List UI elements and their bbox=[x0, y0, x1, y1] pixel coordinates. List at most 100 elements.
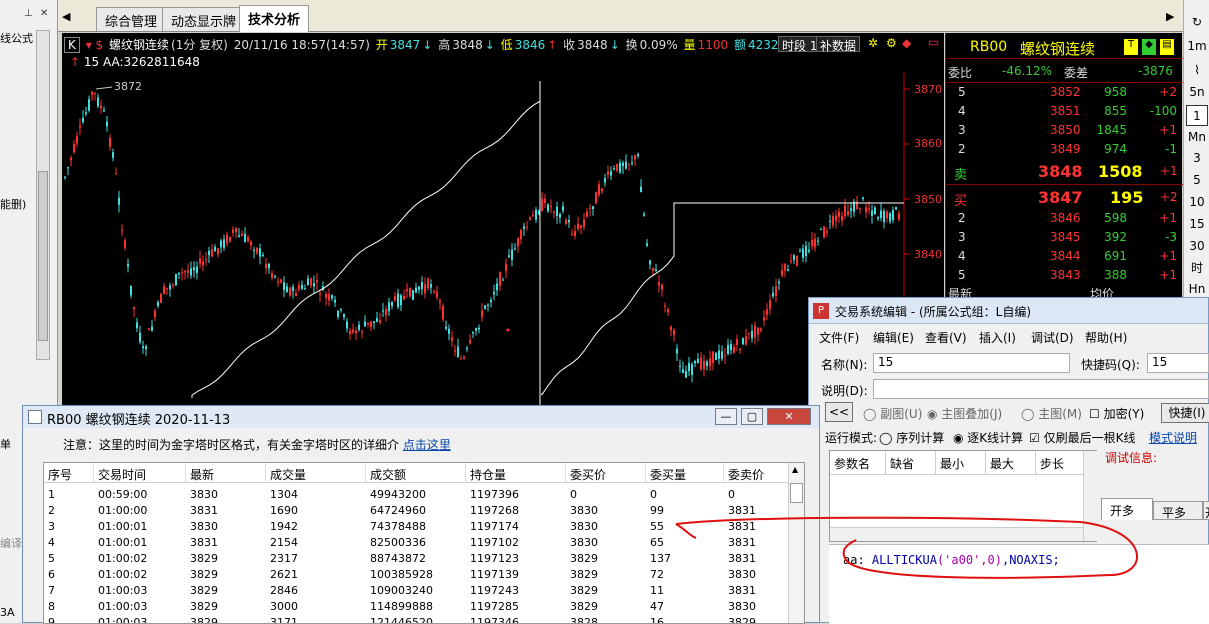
left-scrollbar[interactable] bbox=[36, 30, 50, 360]
tick-header[interactable]: 交易时间 bbox=[94, 463, 186, 483]
rt-1[interactable]: 1 bbox=[1186, 105, 1208, 126]
menu-insert[interactable]: 插入(I) bbox=[979, 329, 1016, 346]
menu-help[interactable]: 帮助(H) bbox=[1085, 329, 1127, 346]
tab-dynamic-board[interactable]: 动态显示牌 bbox=[162, 7, 246, 31]
candle-body bbox=[565, 219, 567, 225]
tick-cell: 3829 bbox=[190, 584, 218, 597]
side-tab-open[interactable]: 开 bbox=[1203, 501, 1209, 520]
k-button[interactable]: K bbox=[64, 37, 80, 53]
candle-body bbox=[763, 317, 765, 321]
y-tick-3870: 3870 bbox=[914, 83, 942, 96]
menu-view[interactable]: 查看(V) bbox=[925, 329, 967, 346]
tick-cell: 49943200 bbox=[370, 488, 426, 501]
rt-1m[interactable]: 1m bbox=[1186, 36, 1208, 57]
desc-input[interactable] bbox=[873, 379, 1209, 399]
menu-debug[interactable]: 调试(D) bbox=[1031, 329, 1074, 346]
candle-body bbox=[604, 178, 606, 183]
tab-scroll-right-icon[interactable]: ▶ bbox=[1166, 10, 1174, 23]
rt-15[interactable]: 15 bbox=[1186, 214, 1208, 235]
chart-icon[interactable]: ⌇ bbox=[1186, 60, 1208, 81]
left-label-single: 单 bbox=[0, 438, 11, 451]
minimize-button[interactable]: — bbox=[715, 408, 737, 425]
t-icon[interactable]: T bbox=[1124, 39, 1138, 55]
encrypt-checkbox[interactable]: ☐ 加密(Y) bbox=[1089, 405, 1144, 422]
supplement-data-button[interactable]: 补数据 bbox=[816, 36, 861, 53]
tick-header[interactable]: 持仓量 bbox=[466, 463, 566, 483]
refresh-icon[interactable]: ◆ bbox=[1142, 39, 1156, 55]
candle-body bbox=[511, 249, 513, 260]
tick-table[interactable]: 序号 交易时间 最新 成交量 成交额 持仓量 委买价 委买量 委卖价 1 00:59:00 3830 1… bbox=[43, 462, 805, 624]
tick-header[interactable]: 成交额 bbox=[366, 463, 466, 483]
menu-file[interactable]: 文件(F) bbox=[819, 329, 859, 346]
mode-help-link[interactable]: 模式说明 bbox=[1149, 429, 1197, 446]
name-input[interactable]: 15 bbox=[873, 353, 1070, 373]
open-label: 开 bbox=[375, 38, 388, 52]
tick-cell: 88743872 bbox=[370, 552, 426, 565]
param-vscroll[interactable] bbox=[1083, 451, 1097, 541]
bid-row: 2 3846 598 +1 bbox=[946, 211, 1183, 230]
tick-header[interactable]: 成交量 bbox=[266, 463, 366, 483]
rt-30[interactable]: 30 bbox=[1186, 236, 1208, 257]
rt-hour[interactable]: 时 bbox=[1186, 258, 1208, 279]
candle-body bbox=[214, 246, 216, 252]
param-grid[interactable]: 参数名 缺省 最小 最大 步长 bbox=[829, 450, 1097, 542]
radio-overlay[interactable]: ◉ 主图叠加(J) bbox=[927, 405, 1002, 422]
tools-icon[interactable]: ⚙ bbox=[886, 36, 897, 50]
menu-edit[interactable]: 编辑(E) bbox=[873, 329, 914, 346]
candle-body bbox=[703, 360, 705, 370]
candle-body bbox=[652, 267, 654, 271]
candle-body bbox=[487, 304, 489, 306]
ask-lvl: 3 bbox=[958, 123, 966, 137]
side-tab-open-long[interactable]: 开多 bbox=[1101, 498, 1153, 520]
last-k-checkbox[interactable]: ☑ 仅刷最后一根K线 bbox=[1029, 429, 1135, 446]
pin-icon[interactable]: ⊥ bbox=[24, 8, 33, 19]
tick-cell: 3829 bbox=[570, 552, 598, 565]
shortcut-input[interactable]: 15 bbox=[1147, 353, 1209, 373]
mode-sequence-radio[interactable]: ◯ 序列计算 bbox=[879, 429, 944, 446]
tick-header[interactable]: 委买量 bbox=[646, 463, 724, 483]
rt-3[interactable]: 3 bbox=[1186, 148, 1208, 169]
tab-technical-analysis[interactable]: 技术分析 bbox=[239, 5, 310, 32]
tick-cell: 1 bbox=[48, 488, 55, 501]
candle-body bbox=[637, 154, 639, 156]
refresh-icon[interactable]: ↻ bbox=[1186, 12, 1208, 33]
tab-overview[interactable]: 综合管理 bbox=[96, 7, 167, 31]
period-button[interactable]: 时段 1 bbox=[778, 36, 822, 53]
param-hscroll[interactable] bbox=[830, 527, 1083, 541]
chart-menu-icon[interactable]: ▾ $ bbox=[86, 38, 103, 52]
tick-header[interactable]: 委买价 bbox=[566, 463, 646, 483]
side-tab-close-long[interactable]: 平多 bbox=[1153, 501, 1203, 520]
close-icon[interactable]: ✕ bbox=[40, 8, 48, 19]
candle-body bbox=[529, 217, 531, 220]
radio-subchart[interactable]: ◯ 副图(U) bbox=[863, 405, 922, 422]
candle-body bbox=[748, 332, 750, 335]
chart-datetime: 20/11/16 18:57(14:57) bbox=[233, 38, 370, 52]
collapse-button[interactable]: << bbox=[825, 402, 853, 422]
bid-lvl: 4 bbox=[958, 249, 966, 263]
tick-cell: 82500336 bbox=[370, 536, 426, 549]
left-scroll-thumb[interactable] bbox=[38, 171, 48, 341]
settings-icon[interactable]: ✲ bbox=[868, 36, 878, 50]
window-icon[interactable]: ▭ bbox=[928, 35, 939, 49]
radio-main[interactable]: ◯ 主图(M) bbox=[1021, 405, 1082, 422]
rt-5[interactable]: 5 bbox=[1186, 170, 1208, 191]
close-button[interactable]: ✕ bbox=[767, 408, 811, 425]
tick-header[interactable]: 序号 bbox=[44, 463, 94, 483]
candle-body bbox=[664, 305, 666, 307]
quick-button[interactable]: 快捷(I) bbox=[1161, 403, 1209, 423]
candle-body bbox=[118, 197, 120, 205]
rt-5n[interactable]: 5n bbox=[1186, 82, 1208, 103]
scroll-thumb[interactable] bbox=[790, 483, 803, 503]
mode-per-k-radio[interactable]: ◉ 逐K线计算 bbox=[953, 429, 1023, 446]
menu-icon[interactable]: ▤ bbox=[1160, 39, 1174, 55]
tick-header[interactable]: 最新 bbox=[186, 463, 266, 483]
maximize-button[interactable]: ▢ bbox=[741, 408, 763, 425]
tab-scroll-left-icon[interactable]: ◀ bbox=[62, 10, 70, 23]
rt-mn[interactable]: Mn bbox=[1186, 127, 1208, 148]
tick-table-scrollbar[interactable]: ▲ bbox=[788, 463, 804, 623]
rt-10[interactable]: 10 bbox=[1186, 192, 1208, 213]
note-link[interactable]: 点击这里 bbox=[403, 438, 451, 452]
collapse-icon[interactable]: ◆ bbox=[902, 36, 911, 50]
scroll-up-icon[interactable]: ▲ bbox=[792, 465, 798, 474]
candle-body bbox=[859, 207, 861, 209]
